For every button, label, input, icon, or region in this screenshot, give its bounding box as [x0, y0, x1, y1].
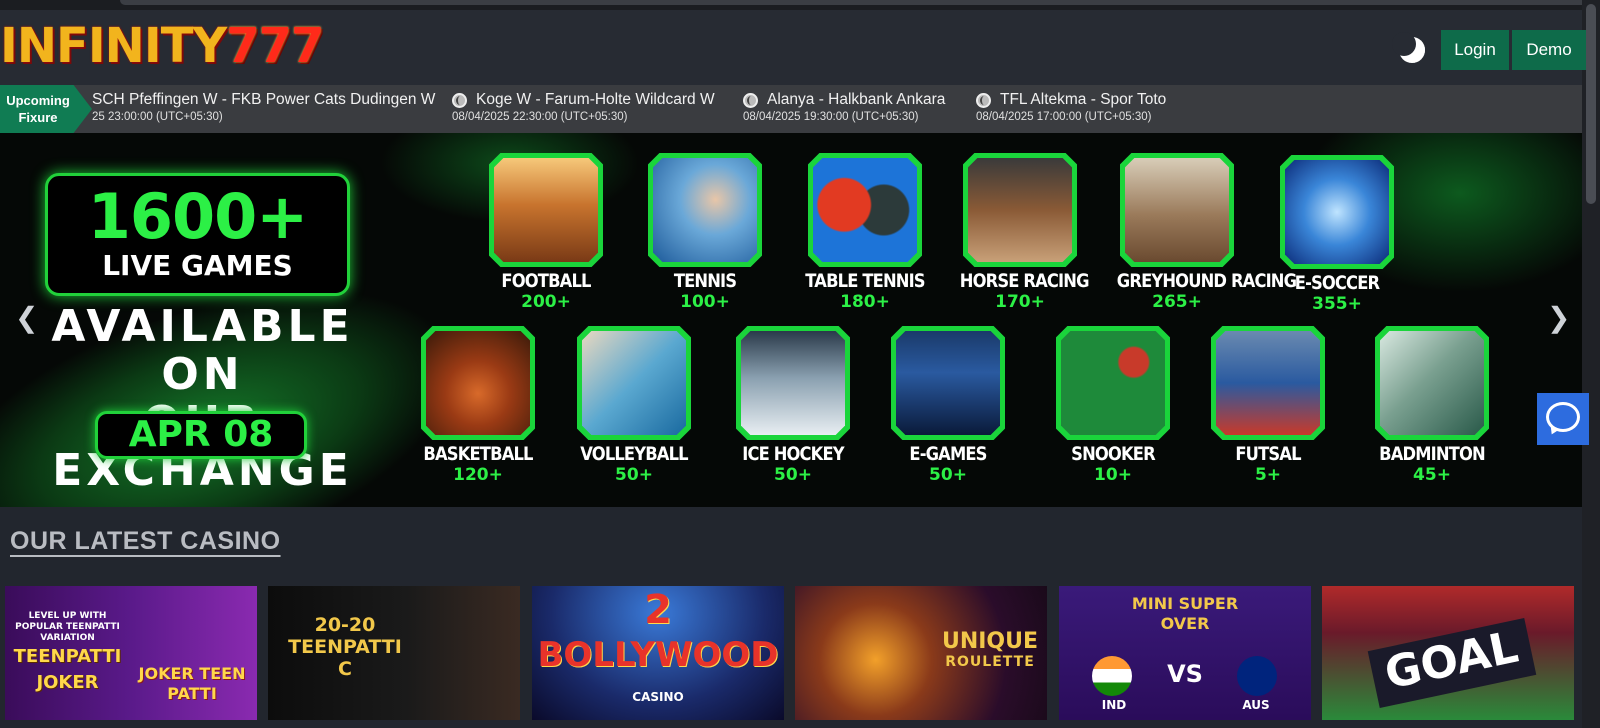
fixture-time: 25 23:00:00 (UTC+05:30) — [92, 111, 223, 123]
fixture-item[interactable]: Alanya - Halkbank Ankara 08/04/2025 19:3… — [743, 91, 945, 123]
sport-tile-basketball[interactable]: BASKETBALL 120+ — [408, 326, 548, 485]
latest-casino-heading: OUR LATEST CASINO — [10, 527, 281, 555]
ice-hockey-image — [741, 331, 845, 435]
upcoming-fixture-ticker: Upcoming Fixure SCH Pfeffingen W - FKB P… — [0, 85, 1582, 133]
india-flag-icon — [1092, 656, 1132, 696]
sport-tile-snooker[interactable]: SNOOKER 10+ — [1043, 326, 1183, 485]
live-games-label: LIVE GAMES — [102, 249, 293, 282]
casino-game-bollywood-casino[interactable]: 2 BOLLYWOOD CASINO — [532, 586, 784, 720]
snooker-image — [1061, 331, 1165, 435]
fixture-name: Alanya - Halkbank Ankara — [767, 91, 946, 108]
fixture-item[interactable]: Koge W - Farum-Holte Wildcard W 08/04/20… — [452, 91, 715, 123]
banner-date: APR 08 — [95, 411, 307, 459]
casino-game-mini-super-over[interactable]: MINI SUPER OVER VS IND AUS — [1059, 586, 1311, 720]
fixture-time: 08/04/2025 19:30:00 (UTC+05:30) — [743, 111, 919, 123]
casino-game-unique-roulette[interactable]: UNIQUE ROULETTE — [795, 586, 1047, 720]
casino-game-teenpatti-joker[interactable]: LEVEL UP WITH POPULAR TEENPATTI VARIATIO… — [5, 586, 257, 720]
demo-button[interactable]: Demo — [1512, 30, 1586, 70]
casino-game-20-20-teenpatti-c[interactable]: 20-20 TEENPATTI C — [268, 586, 520, 720]
ticker-label: Upcoming Fixure — [0, 85, 92, 133]
fixture-item[interactable]: TFL Altekma - Spor Toto 08/04/2025 17:00… — [976, 91, 1166, 123]
australia-flag-icon — [1237, 656, 1277, 696]
page-scrollbar[interactable] — [1582, 0, 1600, 728]
chat-support-button[interactable] — [1537, 393, 1589, 445]
available-text: AVAILABLE ON OUR EXCHANGE — [51, 301, 354, 496]
futsal-image — [1216, 331, 1320, 435]
sport-tile-ice-hockey[interactable]: ICE HOCKEY 50+ — [723, 326, 863, 485]
fixture-time: 08/04/2025 17:00:00 (UTC+05:30) — [976, 111, 1152, 123]
sport-tile-tennis[interactable]: TENNIS 100+ — [635, 153, 775, 312]
moon-icon[interactable] — [1392, 32, 1425, 63]
sport-tile-e-games[interactable]: E-GAMES 50+ — [878, 326, 1018, 485]
sport-tile-badminton[interactable]: BADMINTON 45+ — [1362, 326, 1502, 485]
e-games-image — [896, 331, 1000, 435]
volleyball-image — [582, 331, 686, 435]
fixture-time: 08/04/2025 22:30:00 (UTC+05:30) — [452, 111, 628, 123]
browser-top-strip — [0, 0, 1600, 10]
table-tennis-image — [813, 158, 917, 262]
sport-tile-e-soccer[interactable]: E-SOCCER 355+ — [1267, 155, 1407, 314]
site-logo[interactable]: INFINITY777 — [0, 18, 324, 74]
promo-banner-carousel[interactable]: 1600+ LIVE GAMES AVAILABLE ON OUR EXCHAN… — [0, 133, 1582, 507]
fixture-name: TFL Altekma - Spor Toto — [1000, 91, 1167, 108]
live-games-count: 1600+ — [87, 180, 309, 253]
sport-tile-volleyball[interactable]: VOLLEYBALL 50+ — [564, 326, 704, 485]
scrollbar-thumb[interactable] — [1586, 4, 1596, 204]
live-games-badge: 1600+ LIVE GAMES — [45, 173, 350, 296]
tennis-image — [653, 158, 757, 262]
fixture-name: SCH Pfeffingen W - FKB Power Cats Duding… — [92, 91, 436, 108]
logo-text: INFINITY — [0, 18, 227, 74]
greyhound-racing-image — [1125, 158, 1229, 262]
sport-tile-table-tennis[interactable]: TABLE TENNIS 180+ — [795, 153, 935, 312]
fixture-item[interactable]: SCH Pfeffingen W - FKB Power Cats Duding… — [92, 91, 435, 123]
carousel-prev-arrow[interactable]: ❮ — [15, 303, 38, 333]
casino-game-goal[interactable]: GOAL — [1322, 586, 1574, 720]
sport-tile-horse-racing[interactable]: HORSE RACING 170+ — [950, 153, 1090, 312]
sport-tile-greyhound-racing[interactable]: GREYHOUND RACING 265+ — [1107, 153, 1297, 312]
football-image — [494, 158, 598, 262]
badminton-image — [1380, 331, 1484, 435]
site-header: INFINITY777 Login Demo — [0, 10, 1586, 85]
logo-number: 777 — [226, 18, 324, 74]
sport-tile-football[interactable]: FOOTBALL 200+ — [476, 153, 616, 312]
e-soccer-image — [1285, 160, 1389, 264]
carousel-next-arrow[interactable]: ❯ — [1547, 303, 1570, 333]
fixture-name: Koge W - Farum-Holte Wildcard W — [476, 91, 715, 108]
horse-racing-image — [968, 158, 1072, 262]
basketball-image — [426, 331, 530, 435]
volleyball-icon — [452, 92, 467, 108]
sport-tile-futsal[interactable]: FUTSAL 5+ — [1198, 326, 1338, 485]
login-button[interactable]: Login — [1441, 30, 1509, 70]
volleyball-icon — [743, 92, 758, 108]
volleyball-icon — [976, 92, 991, 108]
